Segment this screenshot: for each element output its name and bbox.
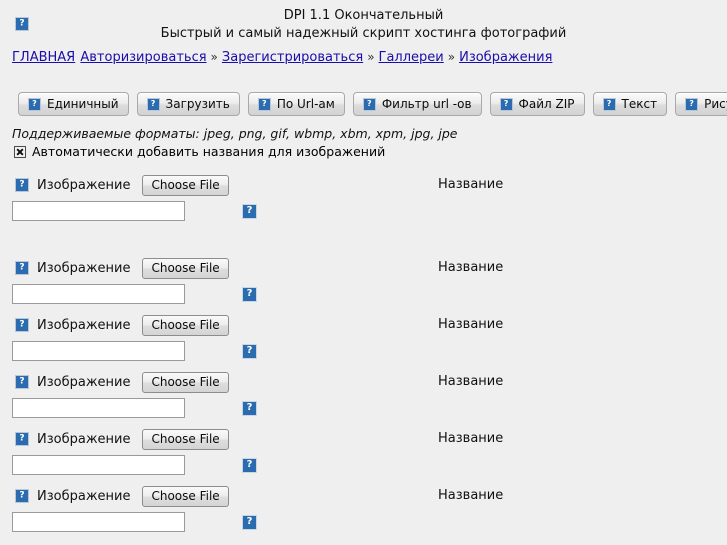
title-input[interactable] — [12, 341, 185, 361]
row-spacer — [0, 477, 727, 485]
image-label: Изображение — [37, 431, 131, 447]
upload-row-header: Изображение Choose File Название — [0, 257, 727, 279]
broken-image-icon — [257, 97, 271, 111]
upload-row: Изображение Choose File Название — [0, 257, 727, 306]
image-label: Изображение — [37, 177, 131, 193]
choose-file-button[interactable]: Choose File — [142, 174, 229, 196]
choose-file-button[interactable]: Choose File — [142, 428, 229, 450]
title-column-label: Название — [438, 317, 504, 332]
choose-file-button[interactable]: Choose File — [142, 371, 229, 393]
toolbar-button-text[interactable]: Текст — [592, 92, 668, 116]
broken-image-icon — [242, 343, 257, 359]
broken-image-icon — [242, 286, 257, 302]
toolbar-button-by-url[interactable]: По Url-ам — [247, 92, 345, 116]
upload-row-input — [0, 453, 727, 477]
broken-image-icon — [602, 97, 616, 111]
broken-image-icon — [28, 97, 41, 111]
broken-image-icon — [15, 432, 29, 446]
upload-row-header: Изображение Choose File Название — [0, 485, 727, 507]
row-spacer — [0, 306, 727, 314]
broken-image-icon — [146, 97, 160, 111]
broken-image-icon — [242, 400, 257, 416]
image-label: Изображение — [37, 488, 131, 504]
breadcrumb: ГЛАВНАЯ Авторизироваться » Зарегистрироват… — [0, 43, 727, 67]
toolbar-button-zip-file[interactable]: Файл ZIP — [489, 92, 585, 116]
title-input[interactable] — [12, 284, 185, 304]
upload-row-input — [0, 199, 727, 223]
breadcrumb-link-login[interactable]: Авторизироваться — [80, 50, 206, 65]
breadcrumb-separator: » — [210, 50, 218, 64]
upload-row: Изображение Choose File Название — [0, 371, 727, 420]
upload-row-header: Изображение Choose File Название — [0, 371, 727, 393]
auto-titles-checkbox[interactable] — [14, 146, 26, 158]
image-label: Изображение — [37, 317, 131, 333]
breadcrumb-link-galleries[interactable]: Галлереи — [379, 50, 444, 65]
broken-image-icon — [499, 97, 513, 111]
image-label: Изображение — [37, 374, 131, 390]
toolbar-button-label: Рисунок — [704, 97, 727, 111]
toolbar-button-label: Единичный — [47, 97, 119, 111]
upload-row-header: Изображение Choose File Название — [0, 314, 727, 336]
breadcrumb-link-home[interactable]: ГЛАВНАЯ — [12, 50, 75, 65]
title-column-label: Название — [438, 260, 504, 275]
page-header: DPI 1.1 Окончательный Быстрый и самый на… — [0, 0, 727, 43]
upload-row: Изображение Choose File Название — [0, 174, 727, 223]
toolbar-button-single[interactable]: Единичный — [18, 92, 129, 116]
row-spacer — [0, 223, 727, 257]
title-input[interactable] — [12, 455, 185, 475]
auto-titles-label: Автоматически добавить названия для изоб… — [32, 144, 386, 159]
upload-row-input — [0, 396, 727, 420]
toolbar-button-label: По Url-ам — [276, 97, 335, 111]
upload-row-header: Изображение Choose File Название — [0, 428, 727, 450]
broken-image-icon — [15, 17, 29, 31]
choose-file-button[interactable]: Choose File — [142, 257, 229, 279]
title-column-label: Название — [438, 488, 504, 503]
toolbar-button-label: Текст — [621, 97, 658, 111]
choose-file-button[interactable]: Choose File — [142, 314, 229, 336]
upload-row-header: Изображение Choose File Название — [0, 174, 727, 196]
toolbar-button-label: Фильтр url -ов — [381, 97, 472, 111]
upload-row-input — [0, 339, 727, 363]
broken-image-icon — [685, 97, 699, 111]
upload-mode-toolbar: Единичный Загрузить По Url-ам Фильтр url… — [0, 67, 727, 116]
broken-image-icon — [15, 261, 29, 275]
choose-file-button[interactable]: Choose File — [142, 485, 229, 507]
broken-image-icon — [15, 375, 29, 389]
page-title: DPI 1.1 Окончательный — [283, 8, 444, 23]
supported-formats-note: Поддерживаемые форматы: jpeg, png, gif, … — [12, 126, 458, 141]
breadcrumb-separator: » — [447, 50, 456, 64]
toolbar-button-picture[interactable]: Рисунок — [675, 92, 727, 116]
title-column-label: Название — [438, 374, 504, 389]
upload-row-input — [0, 510, 727, 534]
title-column-label: Название — [438, 431, 504, 446]
upload-rows: Изображение Choose File Название Изображ… — [0, 174, 727, 534]
broken-image-icon — [242, 203, 257, 219]
broken-image-icon — [15, 178, 29, 192]
image-label: Изображение — [37, 260, 131, 276]
breadcrumb-separator: » — [367, 50, 375, 64]
upload-row-input — [0, 282, 727, 306]
toolbar-button-upload[interactable]: Загрузить — [136, 92, 240, 116]
toolbar-button-label: Загрузить — [165, 97, 230, 111]
breadcrumb-link-register[interactable]: Зарегистрироваться — [222, 50, 363, 65]
title-input[interactable] — [12, 512, 185, 532]
title-input[interactable] — [12, 201, 185, 221]
breadcrumb-link-images[interactable]: Изображения — [459, 50, 552, 65]
toolbar-button-label: Файл ZIP — [518, 97, 575, 111]
toolbar-button-url-filter[interactable]: Фильтр url -ов — [352, 92, 482, 116]
row-spacer — [0, 363, 727, 371]
auto-titles-row[interactable]: Автоматически добавить названия для изоб… — [0, 141, 727, 160]
broken-image-icon — [15, 318, 29, 332]
broken-image-icon — [15, 489, 29, 503]
upload-row: Изображение Choose File Название — [0, 428, 727, 477]
title-input[interactable] — [12, 398, 185, 418]
row-spacer — [0, 420, 727, 428]
broken-image-icon — [242, 457, 257, 473]
broken-image-icon — [362, 97, 376, 111]
title-column-label: Название — [438, 177, 504, 192]
upload-row: Изображение Choose File Название — [0, 485, 727, 534]
broken-image-icon — [242, 514, 257, 530]
page-subtitle: Быстрый и самый надежный скрипт хостинга… — [160, 26, 567, 41]
upload-row: Изображение Choose File Название — [0, 314, 727, 363]
